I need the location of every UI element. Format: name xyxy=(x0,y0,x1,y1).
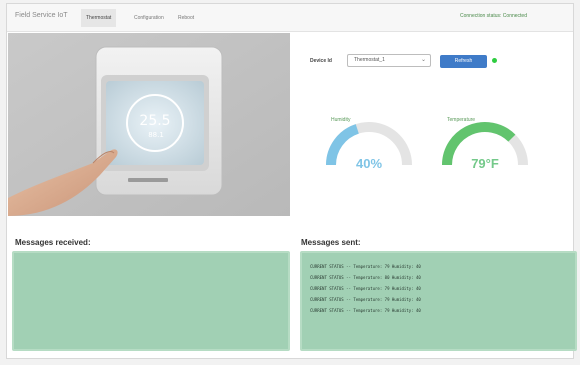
top-navbar: Field Service IoT Thermostat Configurati… xyxy=(7,4,573,32)
humidity-value: 40% xyxy=(355,156,383,171)
tab-thermostat[interactable]: Thermostat xyxy=(81,9,117,27)
message-item: CURRENT STATUS -- Temperature: 79 Humidi… xyxy=(310,297,421,302)
message-item: CURRENT STATUS -- Temperature: 80 Humidi… xyxy=(310,275,421,280)
messages-received-title: Messages received: xyxy=(15,238,91,247)
connection-status: Connection status: Connected xyxy=(460,13,527,19)
svg-text:88.1: 88.1 xyxy=(148,131,164,139)
refresh-button[interactable]: Refresh xyxy=(440,55,487,68)
device-id-label: Device Id xyxy=(310,58,332,64)
device-select-value: Thermostat_1 xyxy=(354,57,385,63)
app-brand[interactable]: Field Service IoT xyxy=(15,12,68,19)
messages-received-box[interactable] xyxy=(12,251,290,351)
messages-sent-box[interactable]: CURRENT STATUS -- Temperature: 79 Humidi… xyxy=(300,251,577,351)
tab-configuration[interactable]: Configuration xyxy=(129,9,169,27)
temperature-value: 79°F xyxy=(471,156,499,171)
humidity-label: Humidity xyxy=(331,117,351,123)
device-status-indicator xyxy=(492,58,497,63)
message-item: CURRENT STATUS -- Temperature: 79 Humidi… xyxy=(310,308,421,313)
device-select[interactable]: Thermostat_1 ⌄ xyxy=(347,54,431,67)
tab-reboot[interactable]: Reboot xyxy=(173,9,199,27)
thermostat-photo: 25.5 88.1 xyxy=(8,33,290,216)
message-item: CURRENT STATUS -- Temperature: 79 Humidi… xyxy=(310,286,421,291)
messages-sent-title: Messages sent: xyxy=(301,238,361,247)
temperature-label: Temperature xyxy=(447,117,476,123)
chevron-down-icon: ⌄ xyxy=(420,57,426,63)
svg-text:25.5: 25.5 xyxy=(139,113,170,129)
messages-sent-list: CURRENT STATUS -- Temperature: 79 Humidi… xyxy=(310,261,421,316)
message-item: CURRENT STATUS -- Temperature: 79 Humidi… xyxy=(310,264,421,269)
